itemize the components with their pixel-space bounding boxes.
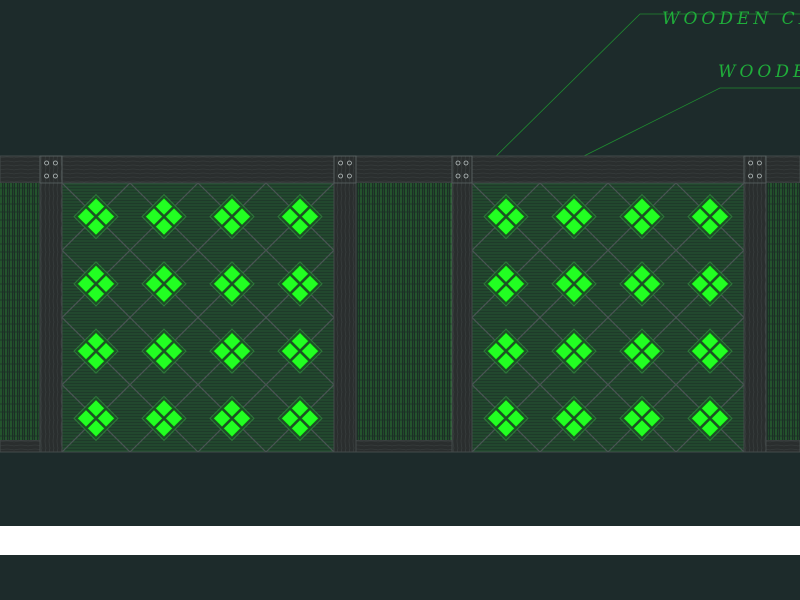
white-band [0, 526, 800, 555]
wooden-label: WOODEN [718, 62, 800, 82]
slat-infill-middle [356, 183, 452, 440]
wooden-cross-label: WOODEN CROSS [662, 9, 800, 29]
post-1 [39, 155, 63, 453]
top-rail [0, 155, 800, 184]
cad-fence-drawing: WOODEN CROSS WOODEN [0, 9, 800, 453]
post-2 [333, 155, 357, 453]
slat-infill-left [0, 183, 40, 440]
post-4 [743, 155, 767, 453]
leader-lines [479, 13, 800, 179]
slat-infill-right [766, 183, 800, 440]
post-3 [451, 155, 473, 453]
